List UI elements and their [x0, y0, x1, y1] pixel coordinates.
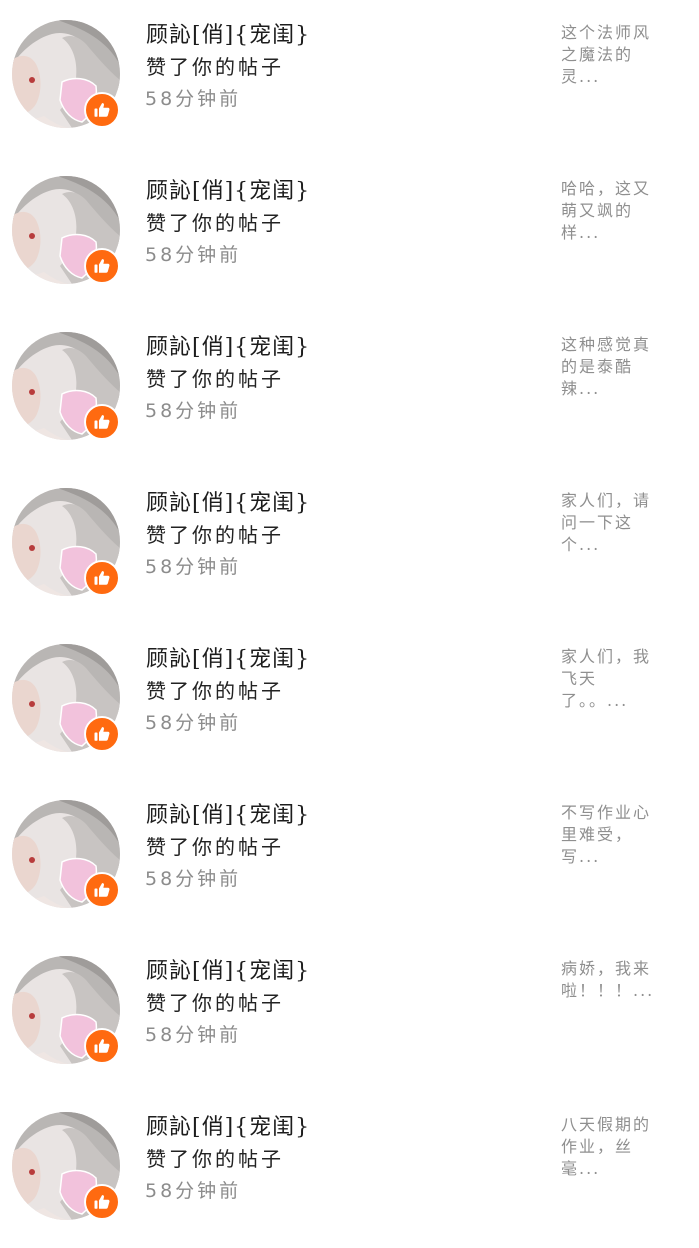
thumbs-up-icon — [94, 1195, 110, 1209]
timestamp: 58分钟前 — [145, 556, 242, 578]
notification-action: 赞了你的帖子 — [146, 835, 284, 859]
notification-action: 赞了你的帖子 — [146, 367, 284, 391]
timestamp: 58分钟前 — [145, 1024, 242, 1046]
notification-item[interactable]: 顾訫[俏]{宠闺} 赞了你的帖子 58分钟前 这个法师风之魔法的灵... — [0, 0, 699, 156]
notification-action: 赞了你的帖子 — [146, 991, 284, 1015]
thumbs-up-icon — [94, 103, 110, 117]
like-badge — [84, 872, 120, 908]
like-badge — [84, 1028, 120, 1064]
post-snippet[interactable]: 不写作业心里难受，写... — [561, 802, 661, 868]
timestamp: 58分钟前 — [145, 400, 242, 422]
notification-action: 赞了你的帖子 — [146, 1147, 284, 1171]
username[interactable]: 顾訫[俏]{宠闺} — [146, 176, 310, 208]
post-snippet[interactable]: 这种感觉真的是泰酷辣... — [561, 334, 661, 400]
username[interactable]: 顾訫[俏]{宠闺} — [146, 644, 310, 676]
timestamp: 58分钟前 — [145, 1180, 242, 1202]
timestamp: 58分钟前 — [145, 244, 242, 266]
notification-action: 赞了你的帖子 — [146, 523, 284, 547]
post-snippet[interactable]: 八天假期的作业，丝毫... — [561, 1114, 661, 1180]
notification-item[interactable]: 顾訫[俏]{宠闺} 赞了你的帖子 58分钟前 家人们，我飞天了。。... — [0, 624, 699, 780]
thumbs-up-icon — [94, 1039, 110, 1053]
notification-item[interactable]: 顾訫[俏]{宠闺} 赞了你的帖子 58分钟前 这种感觉真的是泰酷辣... — [0, 312, 699, 468]
like-badge — [84, 248, 120, 284]
username[interactable]: 顾訫[俏]{宠闺} — [146, 800, 310, 832]
timestamp: 58分钟前 — [145, 88, 242, 110]
post-snippet[interactable]: 家人们，请问一下这个... — [561, 490, 661, 556]
thumbs-up-icon — [94, 415, 110, 429]
like-badge — [84, 716, 120, 752]
post-snippet[interactable]: 哈哈，这又萌又飒的样... — [561, 178, 661, 244]
timestamp: 58分钟前 — [145, 712, 242, 734]
notification-item[interactable]: 顾訫[俏]{宠闺} 赞了你的帖子 58分钟前 家人们，请问一下这个... — [0, 468, 699, 624]
username[interactable]: 顾訫[俏]{宠闺} — [146, 1112, 310, 1144]
notification-item[interactable]: 顾訫[俏]{宠闺} 赞了你的帖子 58分钟前 哈哈，这又萌又飒的样... — [0, 156, 699, 312]
post-snippet[interactable]: 这个法师风之魔法的灵... — [561, 22, 661, 88]
username[interactable]: 顾訫[俏]{宠闺} — [146, 20, 310, 52]
like-badge — [84, 92, 120, 128]
username[interactable]: 顾訫[俏]{宠闺} — [146, 332, 310, 364]
like-badge — [84, 404, 120, 440]
like-badge — [84, 1184, 120, 1220]
thumbs-up-icon — [94, 883, 110, 897]
notification-item[interactable]: 顾訫[俏]{宠闺} 赞了你的帖子 58分钟前 八天假期的作业，丝毫... — [0, 1092, 699, 1248]
like-badge — [84, 560, 120, 596]
notification-action: 赞了你的帖子 — [146, 679, 284, 703]
post-snippet[interactable]: 病娇，我来啦！！！... — [561, 958, 661, 1002]
thumbs-up-icon — [94, 571, 110, 585]
notification-action: 赞了你的帖子 — [146, 55, 284, 79]
thumbs-up-icon — [94, 259, 110, 273]
thumbs-up-icon — [94, 727, 110, 741]
username[interactable]: 顾訫[俏]{宠闺} — [146, 488, 310, 520]
notification-action: 赞了你的帖子 — [146, 211, 284, 235]
notification-list: 顾訫[俏]{宠闺} 赞了你的帖子 58分钟前 这个法师风之魔法的灵... 顾訫[… — [0, 0, 699, 1248]
timestamp: 58分钟前 — [145, 868, 242, 890]
username[interactable]: 顾訫[俏]{宠闺} — [146, 956, 310, 988]
post-snippet[interactable]: 家人们，我飞天了。。... — [561, 646, 661, 712]
notification-item[interactable]: 顾訫[俏]{宠闺} 赞了你的帖子 58分钟前 病娇，我来啦！！！... — [0, 936, 699, 1092]
notification-item[interactable]: 顾訫[俏]{宠闺} 赞了你的帖子 58分钟前 不写作业心里难受，写... — [0, 780, 699, 936]
